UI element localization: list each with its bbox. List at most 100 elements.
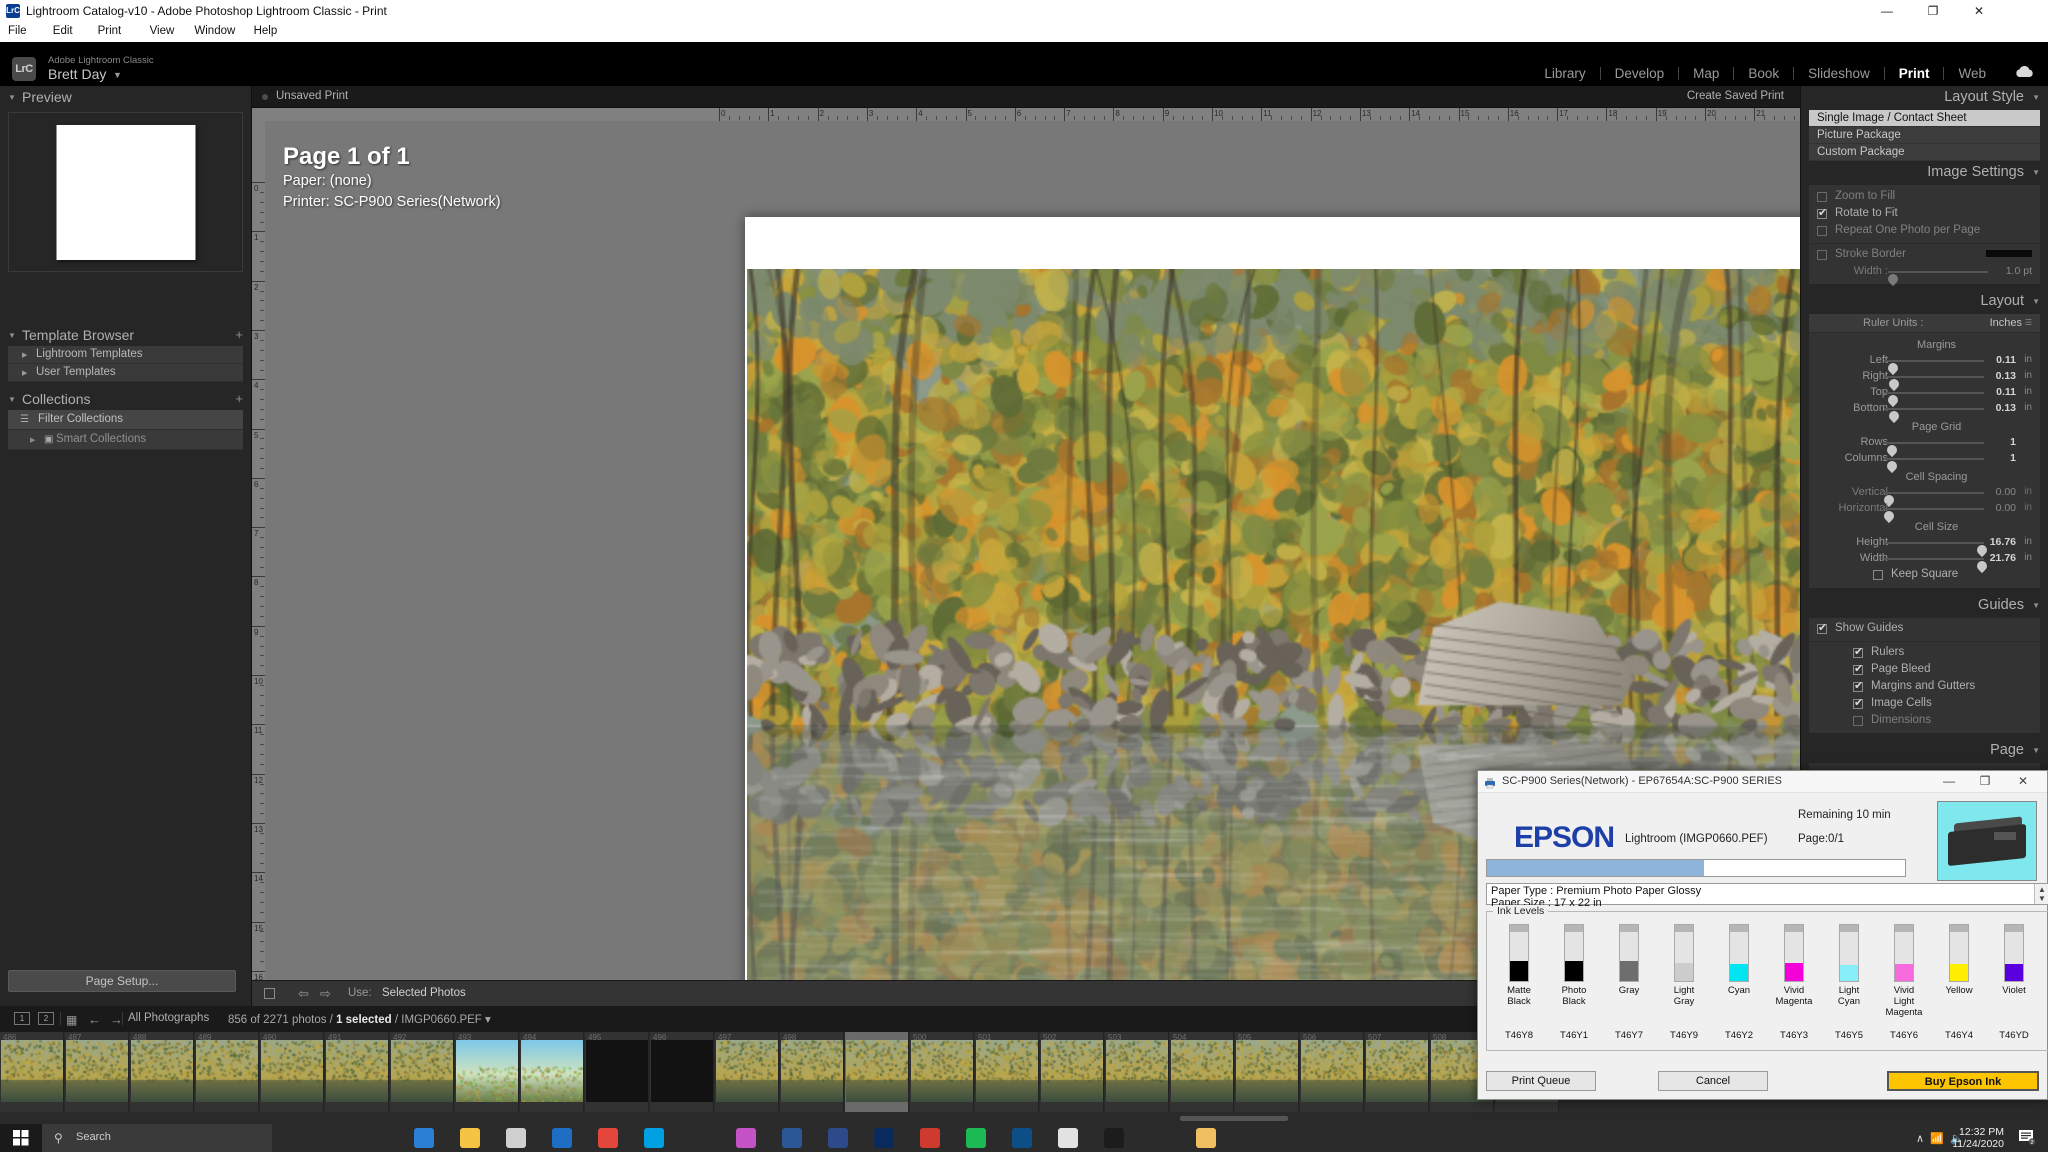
slider-track[interactable] <box>1884 508 1984 510</box>
thumbnail-image[interactable] <box>716 1040 778 1102</box>
checkbox-image-cells[interactable]: Image Cells <box>1809 696 2040 713</box>
epson-print-dialog[interactable]: SC-P900 Series(Network) - EP67654A:SC-P9… <box>1477 770 2048 1100</box>
ruler-units-dropdown-icon[interactable]: ☰ <box>2025 318 2032 327</box>
wifi-icon[interactable]: 📶 <box>1930 1132 1944 1145</box>
filmstrip-thumbnail[interactable]: 488 <box>130 1032 194 1112</box>
template-browser-triangle-icon[interactable]: ▼ <box>8 331 16 340</box>
create-saved-print-button[interactable]: Create Saved Print <box>1687 90 1784 102</box>
layout-style-option-single-image-contact-sheet[interactable]: Single Image / Contact Sheet <box>1809 110 2040 127</box>
layout-style-option-custom-package[interactable]: Custom Package <box>1809 144 2040 161</box>
cortana-icon[interactable] <box>368 1128 388 1148</box>
page-header[interactable]: Page ▼ <box>1801 739 2048 763</box>
filmstrip-thumbnail[interactable]: 494 <box>520 1032 584 1112</box>
thumbnail-image[interactable] <box>1301 1040 1363 1102</box>
checkbox-keep-square[interactable]: Keep Square <box>1809 567 2040 584</box>
checkbox-icon[interactable] <box>1817 226 1827 236</box>
epson-close-button[interactable]: ✕ <box>2009 774 2037 788</box>
filmstrip-thumbnail[interactable]: 505 <box>1235 1032 1299 1112</box>
checkbox-icon[interactable] <box>1853 648 1863 658</box>
filmstrip-thumbnail[interactable]: 492 <box>390 1032 454 1112</box>
checkbox-icon[interactable] <box>1853 699 1863 709</box>
print-queue-button[interactable]: Print Queue <box>1486 1071 1596 1091</box>
slider-track[interactable] <box>1884 392 1984 394</box>
epson-maximize-button[interactable]: ❐ <box>1971 774 1999 788</box>
maximize-button[interactable]: ❐ <box>1910 0 1956 22</box>
filmstrip-thumbnail[interactable]: 491 <box>325 1032 389 1112</box>
back-arrow-icon[interactable]: ← <box>88 1012 101 1027</box>
slider-top[interactable]: Top 0.11 in <box>1809 385 2040 401</box>
module-book[interactable]: Book <box>1734 66 1793 81</box>
collection-expand-icon[interactable]: ▶ <box>30 436 35 444</box>
thumbnail-image[interactable] <box>1041 1040 1103 1102</box>
ruler-units-value[interactable]: Inches <box>1990 317 2022 329</box>
checkbox-icon[interactable] <box>1873 570 1883 580</box>
checkbox-icon[interactable] <box>1817 192 1827 202</box>
filmstrip-thumbnail[interactable]: 489 <box>195 1032 259 1112</box>
view-mode-2-button[interactable]: 2 <box>38 1012 54 1025</box>
thumbnail-image[interactable] <box>911 1040 973 1102</box>
thumbnail-image[interactable] <box>261 1040 323 1102</box>
thumbnail-image[interactable] <box>1171 1040 1233 1102</box>
slider-track[interactable] <box>1884 558 1984 560</box>
checkbox-rulers[interactable]: Rulers <box>1809 645 2040 662</box>
folder-icon[interactable] <box>1196 1128 1216 1148</box>
buy-epson-ink-button[interactable]: Buy Epson Ink <box>1887 1071 2039 1091</box>
taskbar-search[interactable]: ⚲ Search <box>42 1124 272 1152</box>
filmstrip-thumbnail[interactable]: 503 <box>1105 1032 1169 1112</box>
filename-caret-icon[interactable]: ▾ <box>485 1014 491 1026</box>
slider-track[interactable] <box>1884 492 1984 494</box>
module-library[interactable]: Library <box>1530 66 1599 81</box>
menu-file[interactable]: File <box>8 25 27 37</box>
store-icon[interactable] <box>506 1128 526 1148</box>
preview-triangle-icon[interactable]: ▼ <box>8 93 16 102</box>
filmstrip-scrollbar[interactable] <box>1180 1116 1288 1121</box>
thumbnail-image[interactable] <box>586 1040 648 1102</box>
slider-columns[interactable]: Columns 1 <box>1809 451 2040 467</box>
checkbox-dimensions[interactable]: Dimensions <box>1809 713 2040 730</box>
checkbox-stroke-border[interactable]: Stroke Border <box>1809 247 2040 264</box>
spotify-icon[interactable] <box>966 1128 986 1148</box>
filmstrip-thumbnail[interactable]: 500 <box>910 1032 974 1112</box>
thumbnail-image[interactable] <box>66 1040 128 1102</box>
view-mode-1-button[interactable]: 1 <box>14 1012 30 1025</box>
identity-caret-icon[interactable]: ▼ <box>113 70 122 80</box>
explorer-icon[interactable] <box>460 1128 480 1148</box>
checkbox-rotate-to-fit[interactable]: Rotate to Fit <box>1809 206 2040 223</box>
stroke-width-row[interactable]: Width :1.0 pt <box>1809 264 2040 280</box>
luminar-icon[interactable] <box>1058 1128 1078 1148</box>
module-develop[interactable]: Develop <box>1601 66 1679 81</box>
slider-height[interactable]: Height 16.76 in <box>1809 535 2040 551</box>
filmstrip-thumbnail[interactable]: 506 <box>1300 1032 1364 1112</box>
collections-triangle-icon[interactable]: ▼ <box>8 395 16 404</box>
filmstrip-thumbnail[interactable]: 497 <box>715 1032 779 1112</box>
template-item-1[interactable]: ▶ User Templates <box>8 364 243 382</box>
use-selector[interactable]: Selected Photos <box>382 987 466 999</box>
nextcloud-icon[interactable] <box>1012 1128 1032 1148</box>
thumbnail-image[interactable] <box>326 1040 388 1102</box>
slider-width[interactable]: Width 21.76 in <box>1809 551 2040 567</box>
filmstrip-thumbnail[interactable]: 507 <box>1365 1032 1429 1112</box>
slider-track[interactable] <box>1884 360 1984 362</box>
layout-style-triangle-icon[interactable]: ▼ <box>2032 93 2040 102</box>
checkbox-icon[interactable] <box>1817 209 1827 219</box>
thumbnail-image[interactable] <box>976 1040 1038 1102</box>
cloud-sync-icon[interactable] <box>2014 65 2036 81</box>
checkbox-icon[interactable] <box>1817 624 1827 634</box>
filmstrip-thumbnail[interactable]: 499 <box>845 1032 909 1112</box>
close-button[interactable]: ✕ <box>1956 0 2002 22</box>
checkbox-repeat-one-photo-per-page[interactable]: Repeat One Photo per Page <box>1809 223 2040 240</box>
layout-triangle-icon[interactable]: ▼ <box>2032 297 2040 306</box>
grid-view-icon[interactable]: ▦ <box>66 1013 77 1027</box>
slider-track[interactable] <box>1884 442 1984 444</box>
previous-page-button[interactable]: ⇦ <box>298 986 309 1002</box>
filmstrip-thumbnail[interactable]: 493 <box>455 1032 519 1112</box>
menu-view[interactable]: View <box>150 25 175 37</box>
thumbnail-image[interactable] <box>456 1040 518 1102</box>
module-slideshow[interactable]: Slideshow <box>1794 66 1884 81</box>
skype-icon[interactable] <box>644 1128 664 1148</box>
guides-header[interactable]: Guides ▼ <box>1801 594 2048 618</box>
epson-info-scrollbar[interactable]: ▲ ▼ <box>2034 884 2048 904</box>
checkbox-page-bleed[interactable]: Page Bleed <box>1809 662 2040 679</box>
filmstrip-thumbnail[interactable]: 501 <box>975 1032 1039 1112</box>
identity-user-name[interactable]: Brett Day <box>48 66 106 82</box>
